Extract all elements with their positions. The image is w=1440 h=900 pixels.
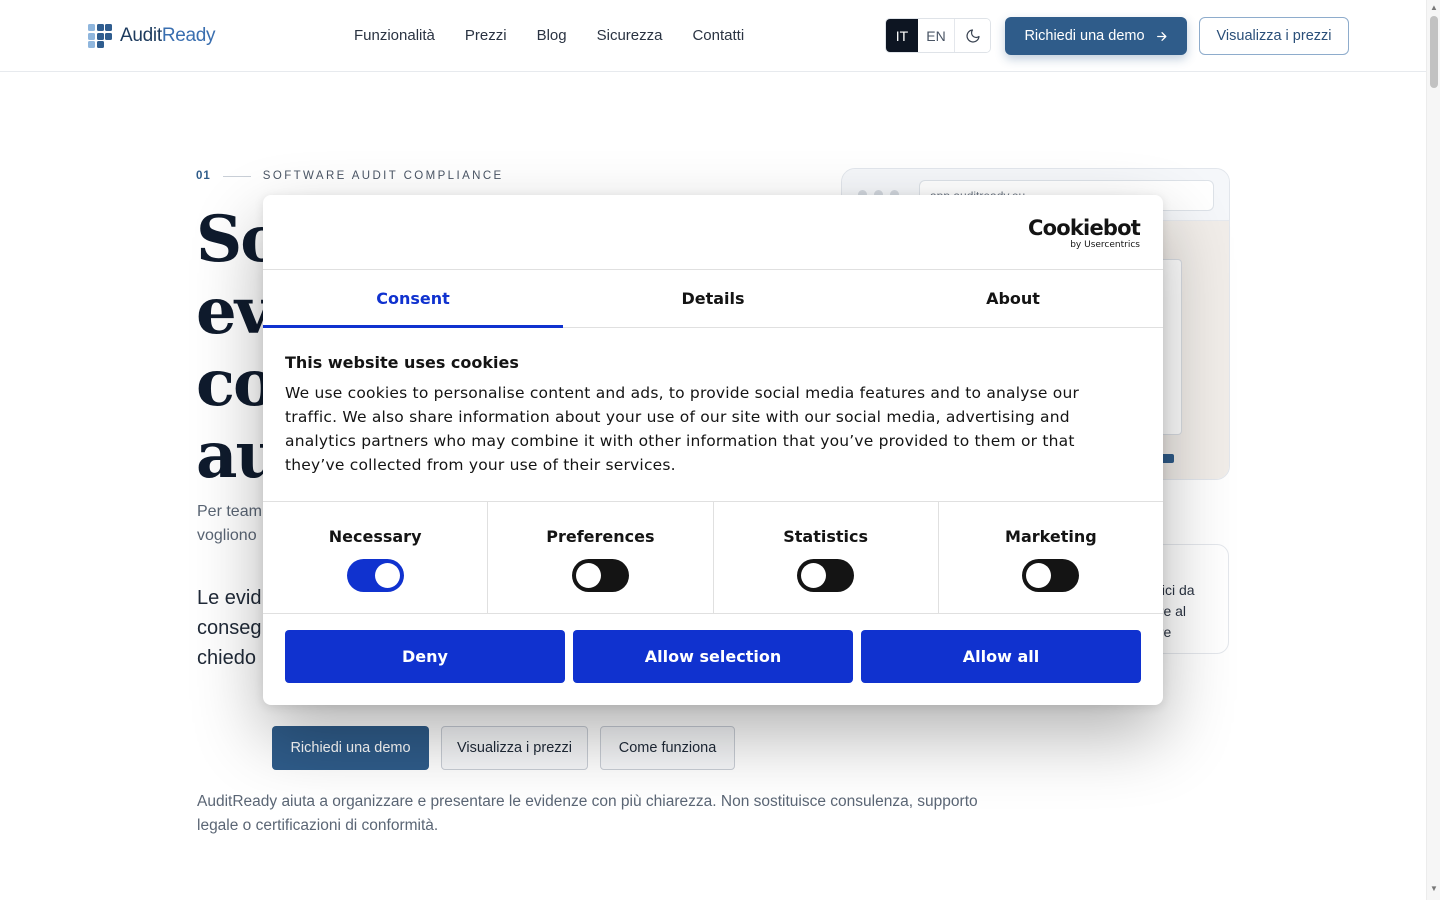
statistics-toggle[interactable] [797, 559, 855, 592]
logo-grid-icon [88, 24, 113, 48]
category-necessary: Necessary [263, 502, 489, 613]
header-demo-button[interactable]: Richiedi una demo [1005, 17, 1187, 55]
site-header: AuditReady Funzionalità Prezzi Blog Sicu… [0, 0, 1426, 72]
category-statistics: Statistics [714, 502, 939, 613]
category-label: Marketing [1005, 527, 1097, 546]
moon-icon [965, 28, 980, 43]
eyebrow-text: SOFTWARE AUDIT COMPLIANCE [262, 170, 504, 182]
page-scrollbar[interactable]: ▲ ▼ [1426, 0, 1440, 900]
logo[interactable]: AuditReady [88, 24, 216, 48]
category-marketing: Marketing [939, 502, 1163, 613]
dark-mode-toggle[interactable] [954, 19, 990, 52]
allow-selection-button[interactable]: Allow selection [573, 630, 853, 683]
hero-prices-button[interactable]: Visualizza i prezzi [441, 726, 588, 770]
tab-details[interactable]: Details [563, 270, 863, 327]
section-number: 01 [196, 170, 211, 182]
lang-en-button[interactable]: EN [918, 19, 954, 52]
nav-item-sicurezza[interactable]: Sicurezza [597, 27, 663, 44]
allow-all-button[interactable]: Allow all [861, 630, 1141, 683]
nav-item-funzionalita[interactable]: Funzionalità [354, 27, 435, 44]
arrow-right-icon [1156, 31, 1167, 41]
category-label: Statistics [783, 527, 868, 546]
cookiebot-brand-by: by Usercentrics [1070, 240, 1140, 250]
tab-about[interactable]: About [863, 270, 1163, 327]
hero-disclaimer: AuditReady aiuta a organizzare e present… [197, 793, 978, 834]
tab-consent[interactable]: Consent [263, 270, 563, 328]
header-prices-button[interactable]: Visualizza i prezzi [1199, 17, 1349, 55]
category-label: Preferences [546, 527, 655, 546]
hero-how-it-works-button[interactable]: Come funziona [600, 726, 735, 770]
scroll-down-arrow-icon[interactable]: ▼ [1430, 884, 1438, 893]
nav-item-prezzi[interactable]: Prezzi [465, 27, 507, 44]
deny-button[interactable]: Deny [285, 630, 565, 683]
logo-text: AuditReady [120, 25, 216, 46]
preferences-toggle[interactable] [571, 559, 629, 592]
marketing-toggle[interactable] [1022, 559, 1080, 592]
lang-it-button[interactable]: IT [886, 19, 918, 52]
nav-item-contatti[interactable]: Contatti [692, 27, 744, 44]
language-switcher: IT EN [885, 18, 991, 53]
nav-item-blog[interactable]: Blog [537, 27, 567, 44]
eyebrow-divider [222, 175, 251, 177]
hero-demo-button[interactable]: Richiedi una demo [272, 726, 429, 770]
cookie-consent-dialog: Cookiebot by Usercentrics Consent Detail… [263, 195, 1163, 705]
cookiebot-logo: Cookiebot by Usercentrics [1028, 216, 1141, 250]
cookiebot-brand: Cookiebot [1028, 216, 1141, 240]
scroll-up-arrow-icon[interactable]: ▲ [1430, 3, 1438, 12]
hero-eyebrow: 01 SOFTWARE AUDIT COMPLIANCE [196, 170, 504, 182]
category-preferences: Preferences [488, 502, 714, 613]
cookie-tabs: Consent Details About [263, 269, 1163, 328]
category-label: Necessary [328, 527, 422, 546]
cookie-title: This website uses cookies [285, 353, 519, 372]
cookie-categories: Necessary Preferences Statistics Marketi… [263, 501, 1163, 614]
necessary-toggle[interactable] [346, 559, 404, 592]
scroll-thumb[interactable] [1430, 16, 1438, 88]
header-demo-label: Richiedi una demo [1024, 28, 1145, 44]
cookie-actions: Deny Allow selection Allow all [285, 630, 1141, 683]
main-nav: Funzionalità Prezzi Blog Sicurezza Conta… [354, 27, 744, 44]
cookie-description: We use cookies to personalise content an… [285, 384, 1080, 474]
